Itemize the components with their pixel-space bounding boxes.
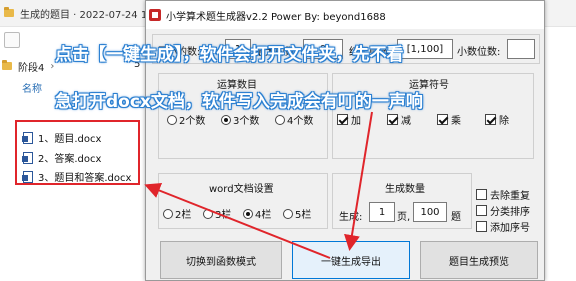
- checkbox-checked-icon: [485, 114, 496, 125]
- radio-label: 2栏: [175, 210, 192, 221]
- annotation-line-2: 急打开docx文档，软件写入完成会有叮的一声响: [55, 92, 423, 112]
- radio-label: 4个数: [287, 116, 314, 127]
- file-name: 2、答案.docx: [38, 154, 102, 165]
- radio-label: 2个数: [179, 116, 206, 127]
- folder-icon: [4, 7, 14, 17]
- checkbox-checked-icon: [337, 114, 348, 125]
- checkbox-icon: [476, 221, 487, 232]
- word-settings-group: word文档设置 2栏 3栏 4栏 5栏: [158, 173, 328, 229]
- breadcrumb-item[interactable]: 阶段4: [18, 59, 44, 74]
- checkbox-label: 加: [351, 116, 361, 127]
- radio-icon: [283, 208, 293, 219]
- generate-export-button[interactable]: 一键生成导出: [292, 241, 410, 279]
- radio-icon: [275, 114, 285, 125]
- radio-3-operands[interactable]: 3个数: [221, 112, 259, 127]
- checkbox-label: 减: [401, 116, 411, 127]
- app-titlebar: 小学算术题生成器v2.2 Power By: beyond1688: [146, 1, 544, 29]
- questions-unit: 题: [451, 212, 461, 223]
- quantity-group-title: 生成数量: [385, 184, 425, 195]
- app-logo-icon: [149, 9, 161, 21]
- checkbox-divide[interactable]: 除: [485, 112, 509, 127]
- checkbox-multiply[interactable]: 乘: [437, 112, 461, 127]
- file-name: 3、题目和答案.docx: [38, 173, 132, 184]
- new-folder-icon[interactable]: [4, 32, 20, 48]
- name-column-header[interactable]: 名称: [22, 80, 42, 95]
- checkbox-label: 乘: [451, 116, 461, 127]
- checkbox-checked-icon: [387, 114, 398, 125]
- radio-2-operands[interactable]: 2个数: [167, 112, 205, 127]
- checkbox-add-numbering[interactable]: 添加序号: [476, 219, 530, 234]
- radio-selected-icon: [243, 208, 253, 219]
- list-item[interactable]: 3、题目和答案.docx: [22, 169, 132, 184]
- radio-3-columns[interactable]: 3栏: [203, 206, 231, 221]
- chevron-right-icon: ›: [50, 60, 55, 72]
- checkbox-label: 除: [499, 116, 509, 127]
- operator-group: 运算符号 加 减 乘 除: [332, 73, 534, 159]
- checkbox-add[interactable]: 加: [337, 112, 361, 127]
- explorer-nav-row: [0, 29, 20, 51]
- radio-label: 3个数: [233, 116, 260, 127]
- radio-2-columns[interactable]: 2栏: [163, 206, 191, 221]
- checkbox-label: 添加序号: [490, 223, 530, 234]
- checkbox-checked-icon: [437, 114, 448, 125]
- checkbox-icon: [476, 189, 487, 200]
- questions-input[interactable]: 100: [413, 202, 447, 222]
- radio-label: 3栏: [215, 210, 232, 221]
- app-title: 小学算术题生成器v2.2 Power By: beyond1688: [166, 11, 386, 23]
- checkbox-subtract[interactable]: 减: [387, 112, 411, 127]
- preview-button[interactable]: 题目生成预览: [420, 241, 538, 279]
- switch-function-mode-button[interactable]: 切换到函数模式: [160, 241, 282, 279]
- radio-4-columns[interactable]: 4栏: [243, 206, 271, 221]
- list-item[interactable]: 2、答案.docx: [22, 150, 102, 165]
- folder-icon: [2, 60, 12, 70]
- radio-icon: [203, 208, 213, 219]
- checkbox-sort-by-category[interactable]: 分类排序: [476, 203, 530, 218]
- checkbox-label: 分类排序: [490, 207, 530, 218]
- file-list: 1、题目.docx 2、答案.docx 3、题目和答案.docx: [15, 120, 140, 185]
- list-item[interactable]: 1、题目.docx: [22, 130, 102, 145]
- pages-unit: 页,: [397, 212, 411, 223]
- breadcrumb: 阶段4 ›: [0, 55, 54, 77]
- checkbox-label: 去除重复: [490, 191, 530, 202]
- operand-count-group: 运算数目 2个数 3个数 4个数: [158, 73, 328, 159]
- word-document-icon: [22, 131, 33, 144]
- checkbox-remove-duplicates[interactable]: 去除重复: [476, 187, 530, 202]
- radio-icon: [167, 114, 177, 125]
- radio-4-operands[interactable]: 4个数: [275, 112, 313, 127]
- generate-label: 生成:: [339, 212, 363, 223]
- quantity-group: 生成数量 生成: 1 页, 100 题: [332, 173, 472, 229]
- pages-input[interactable]: 1: [369, 202, 395, 222]
- word-document-icon: [22, 170, 33, 183]
- radio-label: 4栏: [255, 210, 272, 221]
- radio-selected-icon: [221, 114, 231, 125]
- decimals-input[interactable]: [507, 39, 535, 59]
- radio-label: 5栏: [295, 210, 312, 221]
- result-filter-input[interactable]: [1,100]: [397, 39, 453, 59]
- word-group-title: word文档设置: [209, 184, 274, 195]
- checkbox-icon: [476, 205, 487, 216]
- annotation-line-1: 点击【一键生成】，软件会打开文件夹，先不看: [55, 45, 404, 65]
- radio-5-columns[interactable]: 5栏: [283, 206, 311, 221]
- file-name: 1、题目.docx: [38, 134, 102, 145]
- decimals-label: 小数位数:: [457, 47, 501, 58]
- radio-icon: [163, 208, 173, 219]
- word-document-icon: [22, 151, 33, 164]
